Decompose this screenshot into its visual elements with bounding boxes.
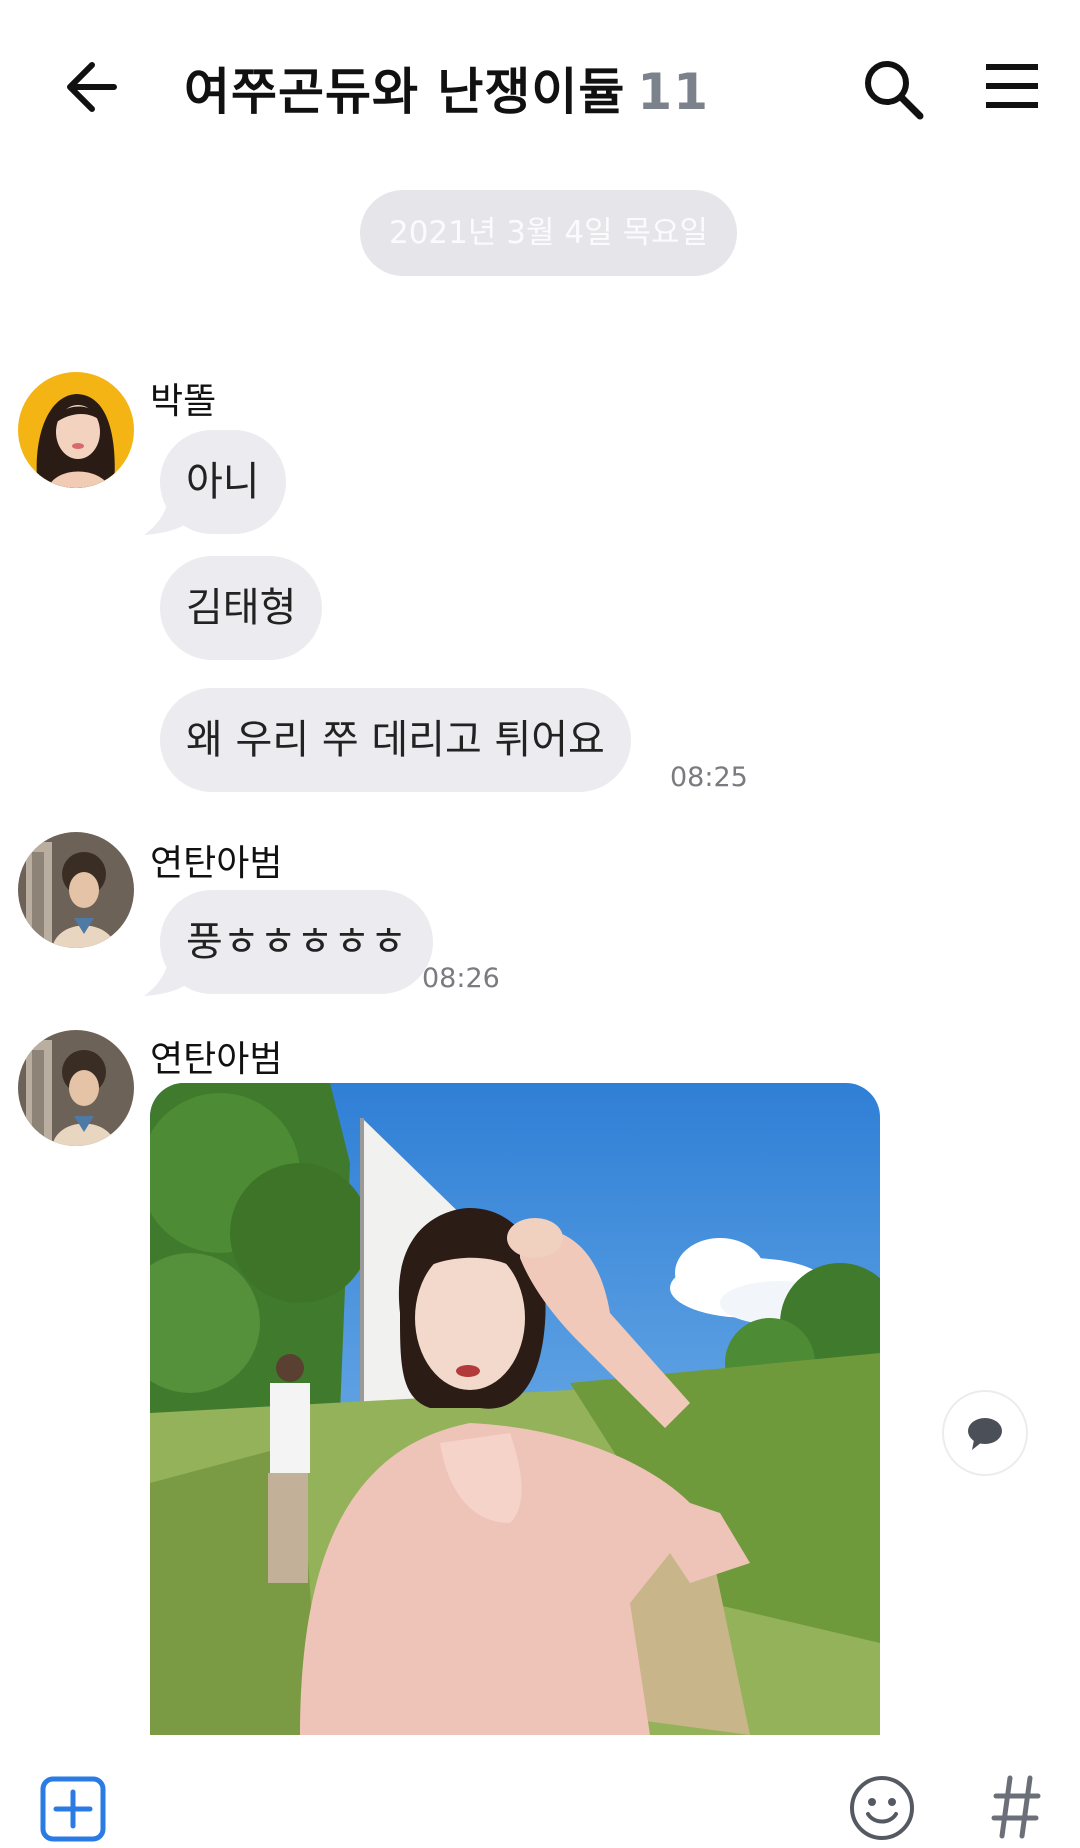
photo-message[interactable] xyxy=(150,1083,880,1735)
date-divider: 2021년 3월 4일 목요일 xyxy=(360,190,737,276)
profile-photo xyxy=(18,1030,134,1146)
hamburger-menu-icon xyxy=(986,64,1038,108)
chat-room-name: 여쭈곤듀와 난쟁이듈 xyxy=(184,63,626,121)
chat-header: 여쭈곤듀와 난쟁이듈 11 xyxy=(0,0,1080,170)
message-time: 08:26 xyxy=(422,963,500,994)
menu-button[interactable] xyxy=(982,60,1042,112)
add-attachment-button[interactable] xyxy=(40,1776,106,1842)
message-bubble[interactable]: 김태형 xyxy=(160,556,323,660)
plus-square-icon xyxy=(40,1776,106,1842)
sender-name: 연탄아범 xyxy=(150,843,283,884)
chat-title: 여쭈곤듀와 난쟁이듈 11 xyxy=(184,52,709,124)
avatar[interactable] xyxy=(18,1030,134,1146)
sender-name: 연탄아범 xyxy=(150,1039,283,1080)
profile-photo xyxy=(18,372,134,488)
hash-icon xyxy=(991,1775,1041,1839)
hashtag-button[interactable] xyxy=(990,1772,1042,1842)
back-button[interactable] xyxy=(58,55,122,119)
search-icon xyxy=(865,61,924,120)
emoji-button[interactable] xyxy=(848,1774,916,1842)
profile-photo xyxy=(18,832,134,948)
message-bubble[interactable]: 아니 xyxy=(160,430,286,534)
avatar[interactable] xyxy=(18,372,134,488)
arrow-left-icon xyxy=(67,62,117,112)
avatar[interactable] xyxy=(18,832,134,948)
photo-attachment xyxy=(150,1083,880,1735)
search-button[interactable] xyxy=(860,56,926,122)
input-bar xyxy=(0,1736,1080,1848)
message-time: 08:25 xyxy=(670,762,748,793)
reply-button[interactable] xyxy=(942,1390,1028,1476)
message-bubble[interactable]: 풍ㅎㅎㅎㅎㅎ xyxy=(160,890,433,994)
sender-name: 박똘 xyxy=(150,381,217,422)
smiley-icon xyxy=(850,1776,914,1840)
speech-bubble-icon xyxy=(968,1418,1002,1450)
message-bubble[interactable]: 왜 우리 쭈 데리고 튀어요 xyxy=(160,688,631,792)
member-count: 11 xyxy=(637,63,710,121)
